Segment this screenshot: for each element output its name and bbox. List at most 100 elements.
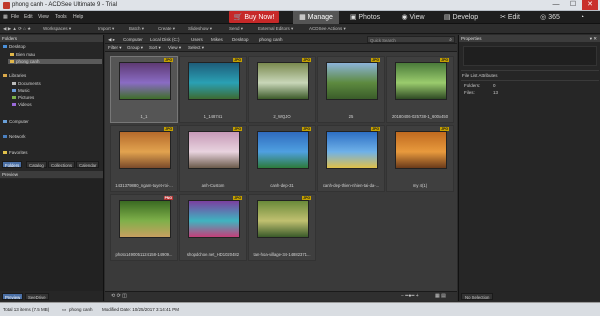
minimize-button[interactable]: — <box>548 0 564 10</box>
toolbar-workspaces[interactable]: Workspaces ▾ <box>43 26 71 32</box>
tab-calendar[interactable]: Calendar <box>76 161 100 168</box>
search-icon[interactable]: ⌕ <box>449 37 452 43</box>
thumbnail-item[interactable]: JPG canh-dep-thien-nhien-tai-da-... <box>317 125 385 192</box>
filter-bar: Filter ▾ Group ▾ Sort ▾ View ▾ Select ▾ <box>105 44 457 52</box>
thumbnail-item[interactable]: JPG 25 <box>317 56 385 123</box>
tree-libraries[interactable]: Libraries <box>3 73 26 78</box>
quick-search-placeholder: Quick Search <box>370 38 396 43</box>
mode-manage-button[interactable]: ▦ Manage <box>293 11 339 24</box>
zoom-slider[interactable]: − ━●━ + <box>401 293 419 299</box>
sort-menu[interactable]: Sort ▾ <box>149 45 161 51</box>
mode-photos-button[interactable]: ▣ Photos <box>343 11 387 24</box>
maximize-button[interactable]: ☐ <box>565 0 581 10</box>
mode-edit-button[interactable]: ✂ Edit <box>493 11 527 24</box>
files-attr-label: Files: <box>464 90 475 95</box>
status-bar: Total 13 items (7.5 MB) ▭ phong canh Mod… <box>0 302 600 316</box>
tree-bien-mau[interactable]: Bien mau <box>10 52 35 57</box>
thumbnail-caption: 2_WQJO <box>273 114 291 119</box>
thumbnail-item[interactable]: JPG 1_148741 <box>179 56 247 123</box>
thumbnail-image <box>395 131 447 169</box>
toolbar-import[interactable]: Import ▾ <box>98 26 114 32</box>
library-icon <box>3 74 7 78</box>
documents-icon <box>12 82 16 86</box>
nav-back-icon[interactable]: ◀ ▶ ▲ ⟳ ⌂ ★ <box>3 26 31 32</box>
mode-view-button[interactable]: ◉ View <box>393 11 433 24</box>
tab-no-selection[interactable]: No Selection <box>461 293 494 300</box>
menu-file[interactable]: File <box>11 14 19 20</box>
tab-collections[interactable]: Collections <box>48 161 76 168</box>
thumbnail-caption: canh-dep-thien-nhien-tai-da-... <box>322 183 380 188</box>
toolbar-external-editors[interactable]: External Editors ▾ <box>258 26 293 32</box>
photos-label: Photos <box>358 14 381 21</box>
folders-attr-label: Folders: <box>464 83 481 88</box>
tree-computer-label: Computer <box>9 119 29 124</box>
group-menu[interactable]: Group ▾ <box>127 45 143 51</box>
thumbnail-item[interactable]: JPG my 4(1) <box>386 125 454 192</box>
crumb-computer[interactable]: Computer <box>123 37 143 42</box>
folder-icon <box>10 60 14 64</box>
tree-pictures[interactable]: Pictures <box>12 95 34 100</box>
files-attr-value: 13 <box>493 90 499 95</box>
tab-catalog[interactable]: Catalog <box>26 161 47 168</box>
pin-icon[interactable]: ▾ ✕ <box>590 35 597 42</box>
thumbnail-image <box>119 131 171 169</box>
tab-folders[interactable]: Folders <box>2 161 23 168</box>
thumbnail-item[interactable]: JPG 1_1 <box>110 56 178 123</box>
quick-search-input[interactable]: Quick Search ⌕ <box>367 36 455 43</box>
tree-favorites[interactable]: Favorites <box>3 150 28 155</box>
buy-now-button[interactable]: 🛒 Buy Now! <box>229 11 279 23</box>
thumbnail-item[interactable]: JPG 1431379880_ngam-tuyet-roi-... <box>110 125 178 192</box>
app-menu-icon[interactable]: ▦ <box>3 14 8 20</box>
toolbar-slideshow[interactable]: Slideshow ▾ <box>188 26 212 32</box>
tree-music[interactable]: Music <box>12 88 30 93</box>
menu-help[interactable]: Help <box>73 14 83 20</box>
grid-icon: ▦ <box>299 14 308 21</box>
crumb-desktop[interactable]: Desktop <box>232 37 249 42</box>
tree-videos[interactable]: Videos <box>12 102 32 107</box>
thumbnail-image <box>395 62 447 100</box>
crumb-mikes[interactable]: Mikes <box>211 37 223 42</box>
thumbnail-image <box>188 131 240 169</box>
thumbnail-item[interactable]: JPG tan-hoa-village-34-14882371... <box>248 194 316 261</box>
tree-documents[interactable]: Documents <box>12 81 41 86</box>
tree-network[interactable]: Network <box>3 134 26 139</box>
tree-desktop[interactable]: Desktop <box>3 44 26 49</box>
thumbnail-item[interactable]: JPG anh-Custom <box>179 125 247 192</box>
menu-edit[interactable]: Edit <box>24 14 33 20</box>
toolbar-create[interactable]: Create ▾ <box>158 26 175 32</box>
crumb-users[interactable]: Users <box>191 37 203 42</box>
thumbnail-item[interactable]: JPG canh-dep-31 <box>248 125 316 192</box>
thumbnail-item[interactable]: JPG 2_WQJO <box>248 56 316 123</box>
back-icon[interactable]: ◀ ▸ <box>108 37 115 43</box>
close-button[interactable]: ✕ <box>582 0 598 10</box>
crumb-phong-canh[interactable]: phong canh <box>259 37 283 42</box>
thumbnail-caption: 25 <box>348 114 354 119</box>
mode-develop-button[interactable]: ▤ Develop <box>437 11 485 24</box>
thumbnail-item[interactable]: JPG 20180406-025738-1_600x450 <box>386 56 454 123</box>
dashboard-button[interactable]: ◔ <box>572 11 592 24</box>
mode-365-button[interactable]: ◎ 365 <box>535 11 565 24</box>
thumbnail-item[interactable]: PNG photo1490051124158-14909... <box>110 194 178 261</box>
toolbar-send[interactable]: Send ▾ <box>229 26 243 32</box>
menu-tools[interactable]: Tools <box>55 14 67 20</box>
select-menu[interactable]: Select ▾ <box>188 45 204 51</box>
filter-menu[interactable]: Filter ▾ <box>108 45 122 51</box>
menu-view[interactable]: View <box>38 14 49 20</box>
crumb-local-disk[interactable]: Local Disk (C:) <box>150 37 180 42</box>
view-mode-icon[interactable]: ▦ ▤ <box>435 293 446 299</box>
rotate-icon[interactable]: ⟲ ⟳ ◫ <box>111 293 127 299</box>
edit-icon: ✂ <box>500 14 508 21</box>
title-bar: phong canh - ACDSee Ultimate 9 - Trial —… <box>0 0 600 11</box>
tab-preview[interactable]: Preview <box>2 293 24 300</box>
thumbnail-item[interactable]: JPG shopdchoe.net_HD1020482 <box>179 194 247 261</box>
toolbar-batch[interactable]: Batch ▾ <box>129 26 144 32</box>
file-type-badge: JPG <box>164 127 173 131</box>
toolbar-actions[interactable]: ACDSee Actions ▾ <box>309 26 346 32</box>
tree-phong-canh[interactable]: phong canh <box>8 59 102 64</box>
tree-computer[interactable]: Computer <box>3 119 29 124</box>
tab-seedrive[interactable]: SeeDrive <box>25 293 49 300</box>
view-menu[interactable]: View ▾ <box>168 45 181 51</box>
thumbnail-caption: 20180406-025738-1_600x450 <box>391 114 449 119</box>
file-type-badge: JPG <box>233 127 242 131</box>
pictures-icon <box>12 96 16 100</box>
